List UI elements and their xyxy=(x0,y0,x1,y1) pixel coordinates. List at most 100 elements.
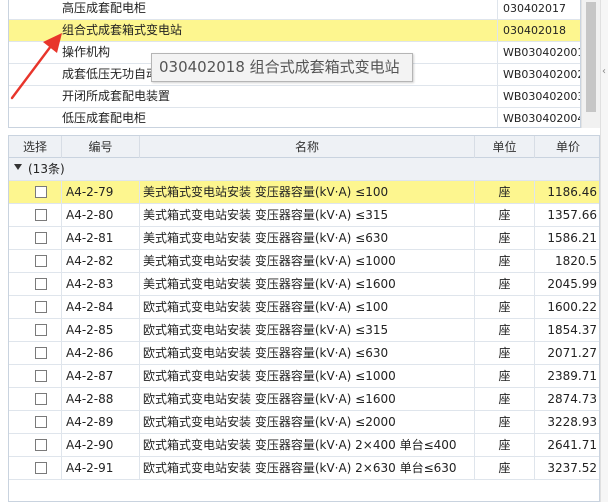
row-unit: 座 xyxy=(475,181,535,203)
row-price: 1357.66 xyxy=(547,208,597,222)
row-checkbox[interactable] xyxy=(35,209,47,221)
table-row[interactable]: A4-2-81 美式箱式变电站安装 变压器容量(kV·A) ≤630 座 1586.2… xyxy=(9,227,599,250)
row-name: 美式箱式变电站安装 变压器容量(kV·A) ≤100 xyxy=(140,181,475,203)
row-unit: 座 xyxy=(475,319,535,341)
list-item[interactable]: 高压成套配电柜 030402017 xyxy=(9,0,580,20)
row-checkbox[interactable] xyxy=(35,416,47,428)
list-item-code: 030402017 xyxy=(503,2,566,15)
list-item-code: WB030402001 xyxy=(503,46,580,59)
row-unit: 座 xyxy=(475,365,535,387)
row-price: 1586.21 xyxy=(547,231,597,245)
table-row[interactable]: A4-2-80 美式箱式变电站安装 变压器容量(kV·A) ≤315 座 1357.6… xyxy=(9,204,599,227)
table-row[interactable]: A4-2-91 欧式箱式变电站安装 变压器容量(kV·A) 2×630 单台≤63… xyxy=(9,457,599,480)
list-item[interactable]: 组合式成套箱式变电站 030402018 xyxy=(9,20,580,42)
row-checkbox[interactable] xyxy=(35,186,47,198)
header-name[interactable]: 名称 xyxy=(140,136,475,158)
row-checkbox[interactable] xyxy=(35,462,47,474)
list-item[interactable]: 低压成套配电柜 WB030402004 xyxy=(9,108,580,127)
list-item-code: WB030402002 xyxy=(503,68,580,81)
row-checkbox[interactable] xyxy=(35,347,47,359)
row-checkbox[interactable] xyxy=(35,278,47,290)
row-unit: 座 xyxy=(475,296,535,318)
select-cell xyxy=(9,342,62,364)
table-row[interactable]: A4-2-90 欧式箱式变电站安装 变压器容量(kV·A) 2×400 单台≤40… xyxy=(9,434,599,457)
row-price: 2389.71 xyxy=(547,369,597,383)
row-code: A4-2-79 xyxy=(62,181,140,203)
red-arrow-icon xyxy=(10,33,62,100)
row-price: 1186.46 xyxy=(547,185,597,199)
select-cell xyxy=(9,227,62,249)
row-name: 美式箱式变电站安装 变压器容量(kV·A) ≤630 xyxy=(140,227,475,249)
row-code: A4-2-83 xyxy=(62,273,140,295)
table-row[interactable]: A4-2-85 欧式箱式变电站安装 变压器容量(kV·A) ≤315 座 1854.3… xyxy=(9,319,599,342)
row-code: A4-2-84 xyxy=(62,296,140,318)
row-price: 2045.99 xyxy=(547,277,597,291)
row-unit: 座 xyxy=(475,227,535,249)
select-cell xyxy=(9,388,62,410)
row-unit: 座 xyxy=(475,342,535,364)
table-row[interactable]: A4-2-89 欧式箱式变电站安装 变压器容量(kV·A) ≤2000 座 3228.… xyxy=(9,411,599,434)
row-unit: 座 xyxy=(475,411,535,433)
table-row[interactable]: A4-2-82 美式箱式变电站安装 变压器容量(kV·A) ≤1000 座 1820.… xyxy=(9,250,599,273)
header-unit[interactable]: 单位 xyxy=(475,136,535,158)
table-row[interactable]: A4-2-84 欧式箱式变电站安装 变压器容量(kV·A) ≤100 座 1600.2… xyxy=(9,296,599,319)
select-cell xyxy=(9,204,62,226)
row-code: A4-2-80 xyxy=(62,204,140,226)
row-checkbox[interactable] xyxy=(35,232,47,244)
row-price: 1600.22 xyxy=(547,300,597,314)
row-price: 1854.37 xyxy=(547,323,597,337)
table-row[interactable]: A4-2-87 欧式箱式变电站安装 变压器容量(kV·A) ≤1000 座 2389.… xyxy=(9,365,599,388)
row-code: A4-2-85 xyxy=(62,319,140,341)
row-checkbox[interactable] xyxy=(35,439,47,451)
scrollbar-thumb[interactable] xyxy=(586,2,596,112)
row-price: 3228.93 xyxy=(547,415,597,429)
table-row[interactable]: A4-2-88 欧式箱式变电站安装 变压器容量(kV·A) ≤1600 座 2874.… xyxy=(9,388,599,411)
row-checkbox[interactable] xyxy=(35,255,47,267)
row-unit: 座 xyxy=(475,204,535,226)
collapse-triangle-icon[interactable] xyxy=(14,164,22,170)
select-cell xyxy=(9,411,62,433)
item-list-scrollbar[interactable] xyxy=(581,0,600,128)
row-checkbox[interactable] xyxy=(35,370,47,382)
row-price: 2874.73 xyxy=(547,392,597,406)
panel-edge-glyph: ‹ xyxy=(602,66,606,77)
table-row[interactable]: A4-2-83 美式箱式变电站安装 变压器容量(kV·A) ≤1600 座 2045.… xyxy=(9,273,599,296)
row-checkbox[interactable] xyxy=(35,393,47,405)
row-name: 美式箱式变电站安装 变压器容量(kV·A) ≤315 xyxy=(140,204,475,226)
list-item-name: 高压成套配电柜 xyxy=(9,0,498,19)
row-code: A4-2-87 xyxy=(62,365,140,387)
row-price: 3237.52 xyxy=(547,461,597,475)
list-item-code: WB030402003 xyxy=(503,90,580,103)
header-select[interactable]: 选择 xyxy=(9,136,62,158)
table-row[interactable]: A4-2-79 美式箱式变电站安装 变压器容量(kV·A) ≤100 座 1186.4… xyxy=(9,181,599,204)
quota-table: 选择 编号 名称 单位 单价 (13条) A4-2-79 美式箱式变电站安装 变压… xyxy=(8,135,600,502)
row-code: A4-2-82 xyxy=(62,250,140,272)
row-code: A4-2-86 xyxy=(62,342,140,364)
header-price[interactable]: 单价 xyxy=(535,136,599,158)
select-cell xyxy=(9,273,62,295)
table-header: 选择 编号 名称 单位 单价 xyxy=(9,136,599,158)
list-item[interactable]: 开闭所成套配电装置 WB030402003 xyxy=(9,86,580,108)
row-checkbox[interactable] xyxy=(35,301,47,313)
header-code[interactable]: 编号 xyxy=(62,136,140,158)
row-name: 欧式箱式变电站安装 变压器容量(kV·A) ≤315 xyxy=(140,319,475,341)
row-unit: 座 xyxy=(475,388,535,410)
select-cell xyxy=(9,457,62,479)
list-item-name: 组合式成套箱式变电站 xyxy=(9,20,498,41)
table-row[interactable]: A4-2-86 欧式箱式变电站安装 变压器容量(kV·A) ≤630 座 2071.2… xyxy=(9,342,599,365)
list-item-code: 030402018 xyxy=(503,24,566,37)
code-tooltip: 030402018 组合式成套箱式变电站 xyxy=(151,53,413,82)
select-cell xyxy=(9,365,62,387)
row-name: 欧式箱式变电站安装 变压器容量(kV·A) 2×630 单台≤630 xyxy=(140,457,475,479)
list-item-name: 低压成套配电柜 xyxy=(9,108,498,127)
row-name: 欧式箱式变电站安装 变压器容量(kV·A) ≤1000 xyxy=(140,365,475,387)
row-name: 欧式箱式变电站安装 变压器容量(kV·A) ≤100 xyxy=(140,296,475,318)
select-cell xyxy=(9,319,62,341)
row-price: 1820.5 xyxy=(555,254,597,268)
row-name: 美式箱式变电站安装 变压器容量(kV·A) ≤1000 xyxy=(140,250,475,272)
row-checkbox[interactable] xyxy=(35,324,47,336)
row-price: 2071.27 xyxy=(547,346,597,360)
row-code: A4-2-81 xyxy=(62,227,140,249)
group-row[interactable]: (13条) xyxy=(9,158,599,181)
row-code: A4-2-90 xyxy=(62,434,140,456)
